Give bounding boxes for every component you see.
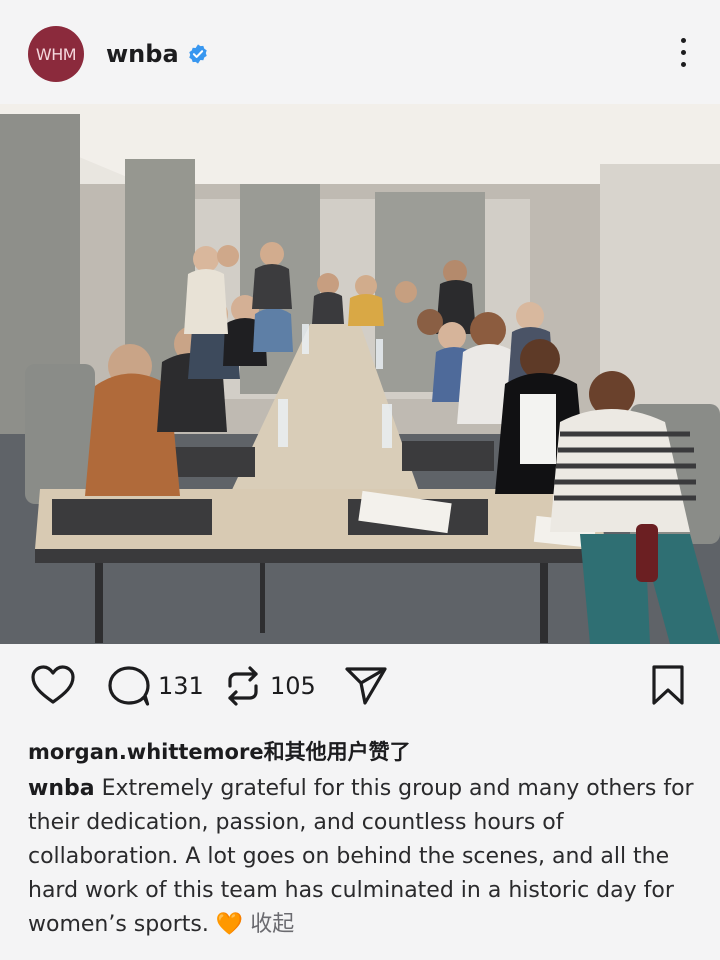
username[interactable]: wnba	[106, 40, 179, 68]
verified-badge-icon	[188, 44, 207, 64]
share-button[interactable]	[344, 664, 388, 706]
comments-count: 131	[158, 672, 204, 700]
like-button[interactable]	[30, 664, 76, 706]
photo-scene	[0, 104, 720, 644]
caption-text: Extremely grateful for this group and ma…	[28, 776, 694, 937]
caption-author[interactable]: wnba	[28, 776, 95, 801]
post-caption: wnba Extremely grateful for this group a…	[28, 772, 694, 942]
bookmark-icon	[652, 665, 684, 705]
action-bar: 131 105	[0, 660, 720, 712]
liked-by-text[interactable]: morgan.whittemore和其他用户赞了	[28, 736, 411, 766]
collapse-link[interactable]: 收起	[250, 912, 294, 937]
repost-button[interactable]: 105	[222, 664, 316, 708]
repost-icon	[228, 666, 258, 706]
comment-button[interactable]: 131	[106, 664, 204, 708]
post-header: WHM wnba	[0, 0, 720, 104]
heart-icon	[31, 665, 75, 704]
username-row: wnba	[106, 40, 209, 68]
avatar-text: WHM	[35, 44, 77, 64]
avatar[interactable]: WHM	[28, 26, 84, 82]
comment-icon	[108, 666, 150, 706]
orange-heart-emoji: 🧡	[215, 912, 244, 937]
more-icon[interactable]	[678, 38, 688, 72]
bookmark-button[interactable]	[650, 664, 686, 706]
reposts-count: 105	[270, 672, 316, 700]
post-photo[interactable]	[0, 104, 720, 644]
share-icon	[345, 667, 387, 705]
